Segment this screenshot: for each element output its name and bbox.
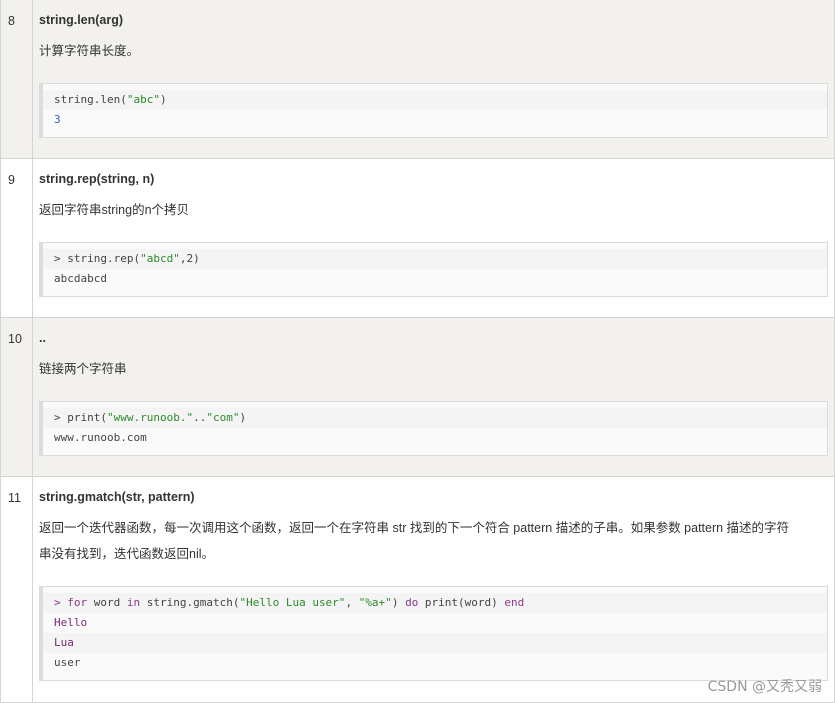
function-name: string.len(arg) <box>39 13 124 27</box>
table-row: 10 .. 链接两个字符串 > print("www.runoob.".."co… <box>0 317 835 477</box>
row-description-cell: string.gmatch(str, pattern) 返回一个迭代器函数，每一… <box>32 476 835 703</box>
table-row: 8 string.len(arg) 计算字符串长度。 string.len("a… <box>0 0 835 159</box>
row-description-cell: .. 链接两个字符串 > print("www.runoob.".."com")… <box>32 317 835 477</box>
code-output-line: www.runoob.com <box>54 431 147 444</box>
code-block: > print("www.runoob.".."com") www.runoob… <box>39 401 828 456</box>
code-output-line: Lua <box>43 633 827 653</box>
code-line: string.len("abc") <box>43 90 827 110</box>
row-number: 8 <box>0 0 33 159</box>
table-row: 9 string.rep(string, n) 返回字符串string的n个拷贝… <box>0 158 835 318</box>
code-line: > for word in string.gmatch("Hello Lua u… <box>43 593 827 613</box>
function-description: 计算字符串长度。 <box>39 44 140 58</box>
function-description: 返回字符串string的n个拷贝 <box>39 203 190 217</box>
code-block: string.len("abc") 3 <box>39 83 828 138</box>
row-number: 10 <box>0 317 33 477</box>
code-line: > string.rep("abcd",2) <box>43 249 827 269</box>
table-row: 11 string.gmatch(str, pattern) 返回一个迭代器函数… <box>0 476 835 703</box>
code-output-line: Hello <box>54 616 88 629</box>
code-output-line: abcdabcd <box>54 272 107 285</box>
watermark: CSDN @又秃又弱 <box>707 679 822 695</box>
code-block: > string.rep("abcd",2) abcdabcd <box>39 242 828 297</box>
function-description: 返回一个迭代器函数，每一次调用这个函数，返回一个在字符串 str 找到的下一个符… <box>39 515 828 567</box>
code-output-line: user <box>54 656 81 669</box>
description-line: 串没有找到，迭代函数返回nil。 <box>39 547 215 561</box>
code-line: > print("www.runoob.".."com") <box>43 408 827 428</box>
row-number: 9 <box>0 158 33 318</box>
code-block: > for word in string.gmatch("Hello Lua u… <box>39 586 828 681</box>
row-description-cell: string.rep(string, n) 返回字符串string的n个拷贝 >… <box>32 158 835 318</box>
function-name: string.gmatch(str, pattern) <box>39 490 195 504</box>
row-description-cell: string.len(arg) 计算字符串长度。 string.len("abc… <box>32 0 835 159</box>
function-reference-table: 8 string.len(arg) 计算字符串长度。 string.len("a… <box>0 0 835 703</box>
description-line: 返回一个迭代器函数，每一次调用这个函数，返回一个在字符串 str 找到的下一个符… <box>39 521 790 535</box>
function-name: string.rep(string, n) <box>39 172 155 186</box>
function-description: 链接两个字符串 <box>39 362 127 376</box>
function-name: .. <box>39 331 46 345</box>
row-number: 11 <box>0 476 33 703</box>
code-output-line: 3 <box>54 113 61 126</box>
